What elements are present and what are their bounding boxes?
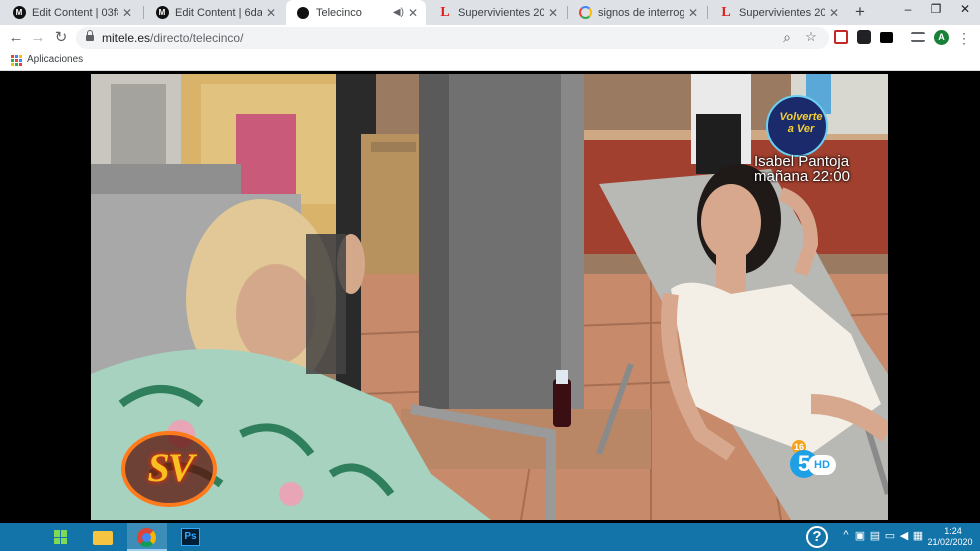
channel-logo: 16 5 HD [786,440,842,478]
start-menu-icon [54,530,68,544]
back-button[interactable]: ← [6,28,26,48]
tray-app-icon[interactable]: ▣ [852,529,868,542]
close-icon[interactable]: ✕ [122,6,132,20]
l-icon: L [721,4,731,20]
show-logo: SV [147,445,195,490]
chrome-taskbar-button[interactable] [127,523,167,551]
close-icon[interactable]: ✕ [548,6,558,20]
medium-m-icon: M [155,6,169,20]
maximize-button[interactable]: ❐ [921,2,951,16]
chrome-icon [137,528,156,547]
tab-supervivientes-1[interactable]: L Supervivientes 2020: Ter ✕ [428,0,566,25]
speaker-icon[interactable]: ◀) [393,7,404,18]
apps-grid-icon[interactable] [11,55,22,66]
promo-time: mañana 22:00 [754,168,850,185]
address-bar[interactable]: mitele.es/directo/telecinco/ ⌕ ☆ [76,27,829,49]
url-text[interactable]: mitele.es/directo/telecinco/ [102,31,243,45]
tab-supervivientes-2[interactable]: L Supervivientes 2020: El a ✕ [709,0,847,25]
photoshop-icon: Ps [181,528,200,546]
photoshop-taskbar-button[interactable]: Ps [171,523,211,551]
promo-logo-text: Volverte a Ver [779,111,823,135]
clock-date[interactable]: 21/02/2020 [922,537,978,547]
bookmark-star-icon[interactable]: ☆ [802,29,820,45]
google-icon [578,6,592,20]
tab-title: Telecinco [316,6,362,19]
help-icon[interactable]: ? [806,526,828,548]
tab-telecinco[interactable]: Telecinco ◀) ✕ [286,0,426,25]
media-queue-icon[interactable] [911,32,925,42]
tab-title: Supervivientes 2020: Ter [458,6,544,19]
tab-title: signos de interrogacion [598,6,684,19]
menu-icon[interactable]: ⋮ [954,28,974,48]
folder-icon [93,531,113,545]
new-tab-button[interactable]: + [851,3,869,21]
reload-button[interactable]: ↻ [51,28,71,48]
tab-title: Supervivientes 2020: El a [739,6,825,19]
url-domain: mitele.es [102,31,151,45]
tab-title: Edit Content | 03f8ca37- [32,6,118,19]
hd-badge: HD [808,455,836,475]
tab-edit-content-1[interactable]: M Edit Content | 03f8ca37- ✕ [2,0,140,25]
close-icon[interactable]: ✕ [688,6,698,20]
shield-extension-icon[interactable] [857,30,871,44]
tab-separator [707,6,708,19]
profile-avatar[interactable]: A [934,30,949,45]
minimize-button[interactable]: – [893,2,923,16]
page-content: Volverte a Ver Isabel Pantoja mañana 22:… [0,71,980,523]
bookmarks-bar: Aplicaciones [0,50,980,71]
forward-button[interactable]: → [28,28,48,48]
glasses-extension-icon[interactable] [880,32,893,43]
url-path: /directo/telecinco/ [150,31,244,45]
tab-signos[interactable]: signos de interrogacion ✕ [568,0,706,25]
live-video-player[interactable]: Volverte a Ver Isabel Pantoja mañana 22:… [91,74,888,520]
close-icon[interactable]: ✕ [408,6,418,20]
tab-separator [143,6,144,19]
start-button[interactable] [38,523,78,551]
l-icon: L [440,4,450,20]
tab-title: Edit Content | 6daad214- [175,6,262,19]
clock-time[interactable]: 1:24 [930,526,976,536]
browser-toolbar: ← → ↻ mitele.es/directo/telecinco/ ⌕ ☆ A… [0,25,980,50]
tab-strip: M Edit Content | 03f8ca37- ✕ M Edit Cont… [0,0,980,25]
close-window-button[interactable]: ✕ [950,2,980,16]
network-icon[interactable]: ▤ [867,529,883,542]
windows-taskbar: Ps ? ^ ▣ ▤ ▭ ◀ ▦ 1:24 21/02/2020 [0,523,980,551]
lock-icon[interactable] [86,30,94,42]
search-icon[interactable]: ⌕ [778,29,796,46]
close-icon[interactable]: ✕ [266,6,276,20]
pocket-extension-icon[interactable] [834,30,848,44]
close-icon[interactable]: ✕ [829,6,839,20]
medium-m-icon: M [12,6,26,20]
file-explorer-button[interactable] [83,523,123,551]
apps-bookmark-label[interactable]: Aplicaciones [27,54,83,65]
tab-edit-content-2[interactable]: M Edit Content | 6daad214- ✕ [145,0,284,25]
telecinco-icon [296,6,310,20]
